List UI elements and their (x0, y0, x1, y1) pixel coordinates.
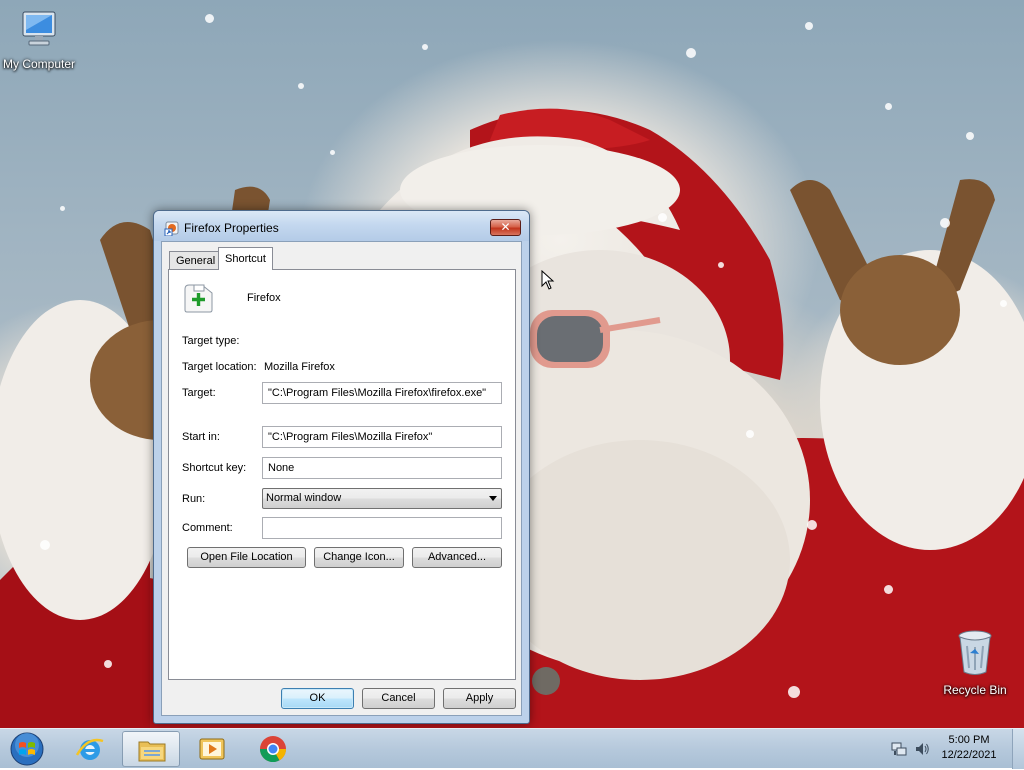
target-location-label: Target location: (182, 361, 257, 373)
recycle-bin-icon (932, 628, 1018, 681)
separator (182, 321, 500, 322)
change-icon-button[interactable]: Change Icon... (314, 547, 404, 568)
chevron-down-icon (489, 496, 497, 501)
shortcut-name: Firefox (247, 292, 281, 304)
desktop-icon-my-computer[interactable]: My Computer (0, 8, 82, 71)
dialog-titlebar[interactable]: Firefox Properties ✕ (154, 211, 529, 241)
apply-button[interactable]: Apply (443, 688, 516, 709)
separator (182, 413, 500, 414)
open-file-location-button[interactable]: Open File Location (187, 547, 306, 568)
clock-date: 12/22/2021 (941, 749, 997, 761)
media-player-icon (199, 738, 225, 760)
chrome-icon (259, 736, 287, 763)
cancel-button[interactable]: Cancel (362, 688, 435, 709)
target-location-value: Mozilla Firefox (264, 361, 335, 373)
desktop-icon-label: My Computer (2, 57, 76, 71)
desktop-icon-recycle-bin[interactable]: Recycle Bin (932, 628, 1018, 697)
clock-time: 5:00 PM (948, 734, 990, 746)
taskbar-chrome[interactable] (244, 731, 302, 767)
taskbar: 5:00 PM 12/22/2021 (0, 728, 1024, 769)
shortcut-key-field[interactable]: None (262, 457, 502, 479)
advanced-button[interactable]: Advanced... (412, 547, 502, 568)
run-label: Run: (182, 493, 206, 505)
mouse-cursor-icon (541, 270, 555, 290)
comment-label: Comment: (182, 522, 233, 534)
clock[interactable]: 5:00 PM 12/22/2021 (934, 733, 1004, 763)
run-select-value: Normal window (266, 492, 342, 504)
tab-general[interactable]: General (169, 251, 223, 269)
taskbar-internet-explorer[interactable] (61, 731, 119, 767)
app-icon (184, 284, 213, 313)
start-button[interactable] (8, 731, 46, 767)
target-label: Target: (182, 387, 216, 399)
taskbar-file-explorer[interactable] (122, 731, 180, 767)
tab-shortcut[interactable]: Shortcut (218, 247, 273, 270)
properties-dialog: Firefox Properties ✕ General Shortcut Fi… (153, 210, 530, 724)
computer-icon (0, 8, 82, 55)
start-in-field[interactable]: "C:\Program Files\Mozilla Firefox" (262, 426, 502, 448)
dialog-title: Firefox Properties (184, 221, 279, 235)
show-desktop-button[interactable] (1012, 729, 1024, 769)
shortcut-key-label: Shortcut key: (182, 462, 247, 474)
target-type-label: Target type: (182, 335, 240, 347)
taskbar-media-player[interactable] (183, 731, 241, 767)
internet-explorer-icon (75, 738, 104, 760)
dialog-client-area: General Shortcut Firefox Target type: Ta… (161, 241, 522, 716)
shortcut-tab-panel: Firefox Target type: Target location: Mo… (168, 269, 516, 680)
firefox-shortcut-icon (164, 221, 179, 236)
desktop-icon-label: Recycle Bin (943, 683, 1007, 697)
run-select[interactable]: Normal window (262, 488, 502, 509)
file-explorer-icon (138, 741, 166, 762)
comment-field[interactable] (262, 517, 502, 539)
start-in-label: Start in: (182, 431, 220, 443)
close-button[interactable]: ✕ (490, 219, 521, 236)
target-field[interactable]: "C:\Program Files\Mozilla Firefox\firefo… (262, 382, 502, 404)
network-icon[interactable] (891, 741, 907, 757)
close-icon: ✕ (500, 220, 511, 234)
ok-button[interactable]: OK (281, 688, 354, 709)
volume-icon[interactable] (914, 741, 930, 757)
start-orb-icon (10, 732, 44, 766)
